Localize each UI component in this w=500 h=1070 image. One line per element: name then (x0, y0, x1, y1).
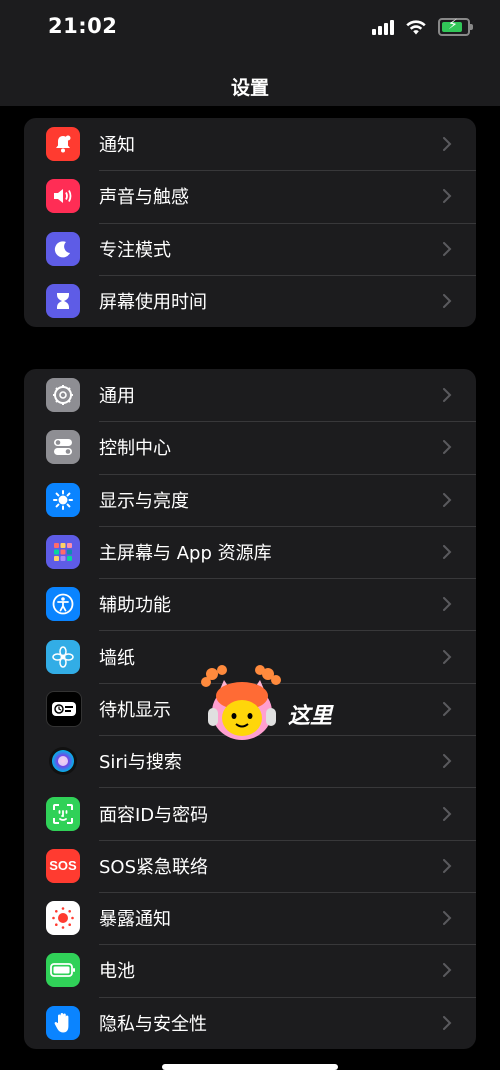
bell-icon (46, 127, 80, 162)
sos-icon: SOS (46, 848, 80, 883)
chevron-right-icon (443, 649, 452, 664)
status-icons: ⚡ (372, 17, 473, 36)
chevron-right-icon (443, 294, 452, 309)
settings-row-label: 显示与亮度 (99, 490, 189, 512)
settings-row-focus[interactable]: 专注模式 (24, 222, 476, 275)
wifi-icon (406, 20, 426, 35)
hand-icon (46, 1005, 80, 1040)
settings-row-label: 墙纸 (99, 647, 135, 669)
chevron-right-icon (443, 440, 452, 455)
chevron-right-icon (443, 858, 452, 873)
chevron-right-icon (443, 701, 452, 716)
settings-row-label: 专注模式 (99, 239, 171, 261)
settings-row-notifications[interactable]: 通知 (24, 118, 476, 170)
settings-row-label: 暴露通知 (99, 909, 171, 931)
settings-row-display[interactable]: 显示与亮度 (24, 473, 476, 526)
chevron-right-icon (443, 189, 452, 204)
settings-row-label: 待机显示 (99, 699, 171, 721)
app-grid-icon (46, 535, 80, 570)
chevron-right-icon (443, 137, 452, 152)
overlay-annotation-text: 这里 (288, 704, 333, 729)
chevron-right-icon (443, 388, 452, 403)
chevron-right-icon (443, 492, 452, 507)
settings-row-label: 面容ID与密码 (99, 804, 209, 826)
chevron-right-icon (443, 1015, 452, 1030)
settings-row-control-center[interactable]: 控制中心 (24, 421, 476, 473)
settings-row-label: 屏幕使用时间 (99, 292, 207, 314)
status-time: 21:02 (48, 14, 118, 38)
settings-row-accessibility[interactable]: 辅助功能 (24, 578, 476, 630)
mascot-sticker-icon (201, 665, 281, 740)
toggles-icon (46, 430, 80, 465)
battery-icon (46, 953, 80, 988)
gear-icon (46, 378, 80, 413)
settings-row-label: 电池 (99, 961, 135, 983)
settings-row-general[interactable]: 通用 (24, 369, 476, 421)
chevron-right-icon (443, 806, 452, 821)
settings-row-privacy[interactable]: 隐私与安全性 (24, 996, 476, 1049)
settings-row-label: 隐私与安全性 (99, 1013, 207, 1035)
chevron-right-icon (443, 963, 452, 978)
settings-row-label: SOS紧急联络 (99, 856, 209, 878)
chevron-right-icon (443, 754, 452, 769)
settings-row-battery[interactable]: 电池 (24, 944, 476, 996)
chevron-right-icon (443, 545, 452, 560)
settings-row-sounds[interactable]: 声音与触感 (24, 170, 476, 222)
settings-row-exposure[interactable]: 暴露通知 (24, 891, 476, 944)
settings-row-label: 通用 (99, 386, 135, 408)
settings-row-label: Siri与搜索 (99, 752, 182, 774)
status-bar: 21:02 ⚡ (0, 0, 500, 56)
exposure-icon (46, 901, 80, 936)
settings-row-face-id[interactable]: 面容ID与密码 (24, 787, 476, 839)
chevron-right-icon (443, 597, 452, 612)
speaker-icon (46, 179, 80, 214)
nav-bar: 设置 (0, 56, 500, 106)
cellular-signal-icon (372, 19, 394, 35)
settings-row-sos[interactable]: SOS SOS紧急联络 (24, 839, 476, 892)
settings-row-label: 主屏幕与 App 资源库 (99, 543, 272, 565)
settings-row-label: 声音与触感 (99, 187, 189, 209)
hourglass-icon (46, 284, 80, 319)
standby-icon (46, 690, 82, 727)
settings-group-1: 通知 声音与触感 专注模式 屏幕使用时间 (24, 118, 476, 328)
flower-icon (46, 639, 80, 674)
chevron-right-icon (443, 241, 452, 256)
chevron-right-icon (443, 911, 452, 926)
page-title: 设置 (230, 76, 269, 99)
moon-icon (46, 231, 80, 266)
battery-status-icon: ⚡ (438, 17, 473, 36)
settings-row-label: 通知 (99, 135, 135, 157)
settings-row-label: 辅助功能 (99, 595, 171, 617)
settings-row-label: 控制中心 (99, 438, 171, 460)
home-indicator (162, 1064, 338, 1070)
sun-icon (46, 482, 80, 517)
settings-row-screen-time[interactable]: 屏幕使用时间 (24, 274, 476, 327)
accessibility-icon (46, 587, 80, 622)
siri-icon (46, 744, 80, 779)
settings-row-home-screen[interactable]: 主屏幕与 App 资源库 (24, 525, 476, 578)
face-id-icon (46, 796, 80, 831)
